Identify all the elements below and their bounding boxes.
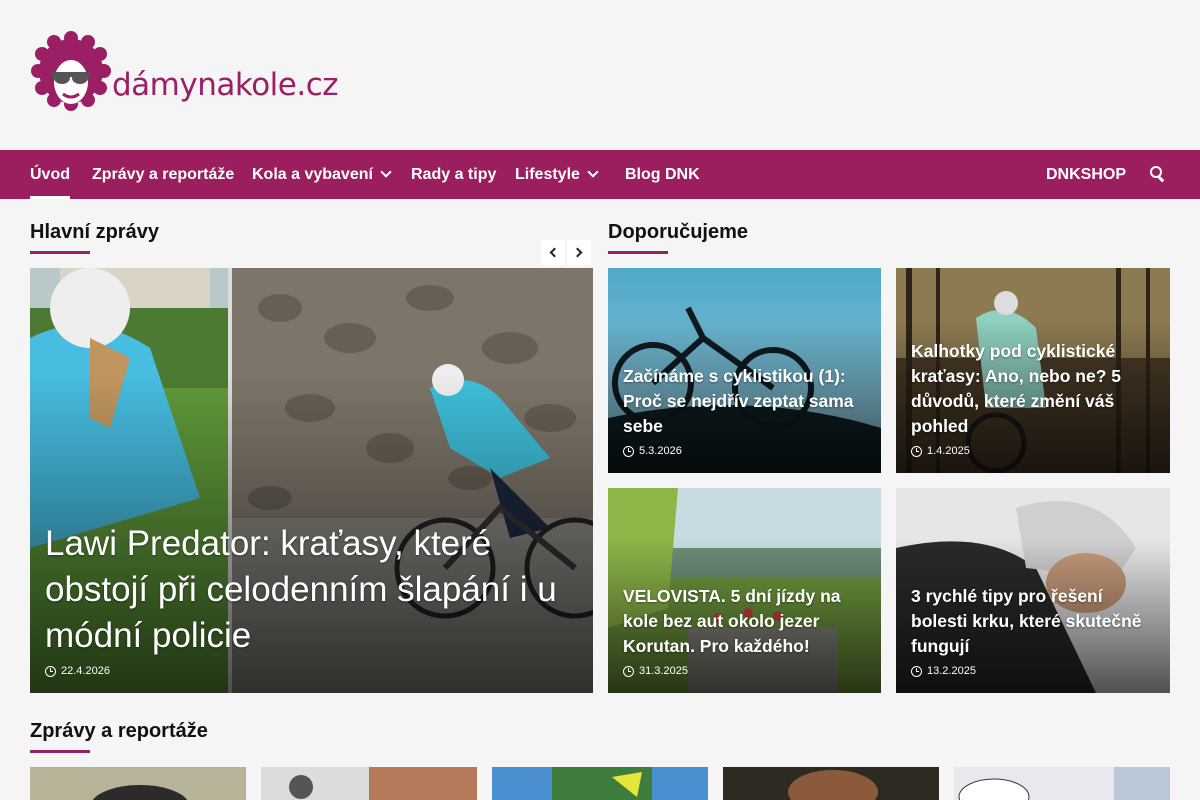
section-underline [608, 251, 668, 254]
article-title[interactable]: Kalhotky pod cyklistické kraťasy: Ano, n… [911, 339, 1155, 439]
search-icon[interactable] [1150, 166, 1166, 183]
chevron-down-icon [587, 166, 599, 178]
nav-item-lifestyle[interactable]: Lifestyle [515, 150, 599, 199]
article-thumbnail[interactable] [261, 767, 477, 800]
article-thumbnail[interactable] [723, 767, 939, 800]
slider-prev-button[interactable] [541, 240, 565, 265]
nav-item-shop[interactable]: DNKSHOP [1046, 150, 1126, 199]
article-thumbnail[interactable] [492, 767, 708, 800]
featured-article-card[interactable]: Lawi Predator: kraťasy, které obstojí př… [30, 268, 593, 693]
nav-label: Úvod [30, 165, 70, 183]
nav-label: Zprávy a reportáže [92, 165, 235, 183]
date-text: 1.4.2025 [927, 445, 970, 457]
article-title[interactable]: Začínáme s cyklistikou (1): Proč se nejd… [623, 364, 866, 439]
article-date: 1.4.2025 [911, 445, 1155, 457]
section-title-news-reports: Zprávy a reportáže [30, 720, 208, 742]
section-underline [30, 750, 90, 753]
article-title[interactable]: VELOVISTA. 5 dní jízdy na kole bez aut o… [623, 584, 866, 659]
chevron-right-icon [572, 247, 583, 258]
nav-item-rady[interactable]: Rady a tipy [411, 150, 496, 199]
clock-icon [911, 665, 922, 677]
recommended-card[interactable]: VELOVISTA. 5 dní jízdy na kole bez aut o… [608, 488, 881, 693]
article-title[interactable]: 3 rychlé tipy pro řešení bolesti krku, k… [911, 584, 1155, 659]
site-header: dámynakole.cz [0, 0, 1200, 150]
clock-icon [45, 665, 56, 677]
main-nav: Úvod Zprávy a reportáže Kola a vybavení … [0, 150, 1200, 199]
article-thumbnail[interactable] [30, 767, 246, 800]
article-date: 31.3.2025 [623, 665, 866, 677]
recommended-card[interactable]: Začínáme s cyklistikou (1): Proč se nejd… [608, 268, 881, 473]
clock-icon [623, 445, 634, 457]
date-text: 31.3.2025 [639, 665, 688, 677]
featured-article-title[interactable]: Lawi Predator: kraťasy, které obstojí př… [45, 521, 578, 659]
chevron-down-icon [380, 166, 392, 178]
section-title-recommended: Doporučujeme [608, 221, 749, 243]
section-title-main-news: Hlavní zprávy [30, 221, 159, 243]
clock-icon [911, 445, 922, 457]
article-date: 13.2.2025 [911, 665, 1155, 677]
logo-text: dámynakole.cz [112, 67, 339, 103]
date-text: 22.4.2026 [61, 665, 110, 677]
nav-item-uvod[interactable]: Úvod [30, 150, 70, 199]
article-date: 22.4.2026 [45, 665, 578, 677]
clock-icon [623, 665, 634, 677]
nav-label: DNKSHOP [1046, 165, 1127, 183]
nav-label: Rady a tipy [411, 165, 497, 183]
article-thumbnail[interactable] [954, 767, 1170, 800]
nav-label: Kola a vybavení [252, 165, 373, 183]
nav-item-blog[interactable]: Blog DNK [625, 150, 700, 199]
logo-lady-icon [31, 31, 111, 111]
recommended-card[interactable]: 3 rychlé tipy pro řešení bolesti krku, k… [896, 488, 1170, 693]
recommended-card[interactable]: Kalhotky pod cyklistické kraťasy: Ano, n… [896, 268, 1170, 473]
nav-item-kola[interactable]: Kola a vybavení [252, 150, 392, 199]
nav-label: Blog DNK [625, 165, 700, 183]
slider-next-button[interactable] [567, 240, 591, 265]
article-date: 5.3.2026 [623, 445, 866, 457]
date-text: 5.3.2026 [639, 445, 682, 457]
nav-item-zpravy[interactable]: Zprávy a reportáže [92, 150, 234, 199]
nav-label: Lifestyle [515, 165, 580, 183]
date-text: 13.2.2025 [927, 665, 976, 677]
section-underline [30, 251, 90, 254]
chevron-left-icon [549, 247, 560, 258]
site-logo[interactable]: dámynakole.cz [30, 30, 339, 112]
